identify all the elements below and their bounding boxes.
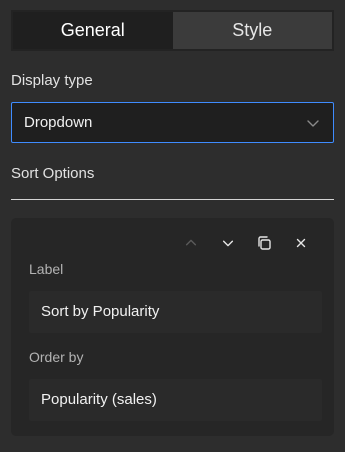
tab-general[interactable]: General <box>13 12 173 49</box>
display-type-select[interactable]: Dropdown <box>11 102 334 143</box>
order-by-value: Popularity (sales) <box>41 391 157 408</box>
tab-style[interactable]: Style <box>172 12 332 49</box>
display-type-label: Display type <box>11 72 93 89</box>
order-by-title: Order by <box>29 349 84 365</box>
label-input-value: Sort by Popularity <box>41 303 160 320</box>
settings-panel: General Style Display type Dropdown Sort… <box>0 0 345 452</box>
sort-options-title: Sort Options <box>11 165 95 182</box>
divider <box>11 199 334 200</box>
label-field-title: Label <box>29 261 64 277</box>
sort-option-card: Label Sort by Popularity Order by Popula… <box>11 218 334 436</box>
duplicate-icon[interactable] <box>255 234 273 252</box>
chevron-down-icon <box>307 119 319 127</box>
close-icon[interactable] <box>292 234 310 252</box>
display-type-value: Dropdown <box>24 114 93 131</box>
chevron-up-icon[interactable] <box>182 234 200 252</box>
tab-bar: General Style <box>11 10 334 51</box>
chevron-down-icon[interactable] <box>219 234 237 252</box>
